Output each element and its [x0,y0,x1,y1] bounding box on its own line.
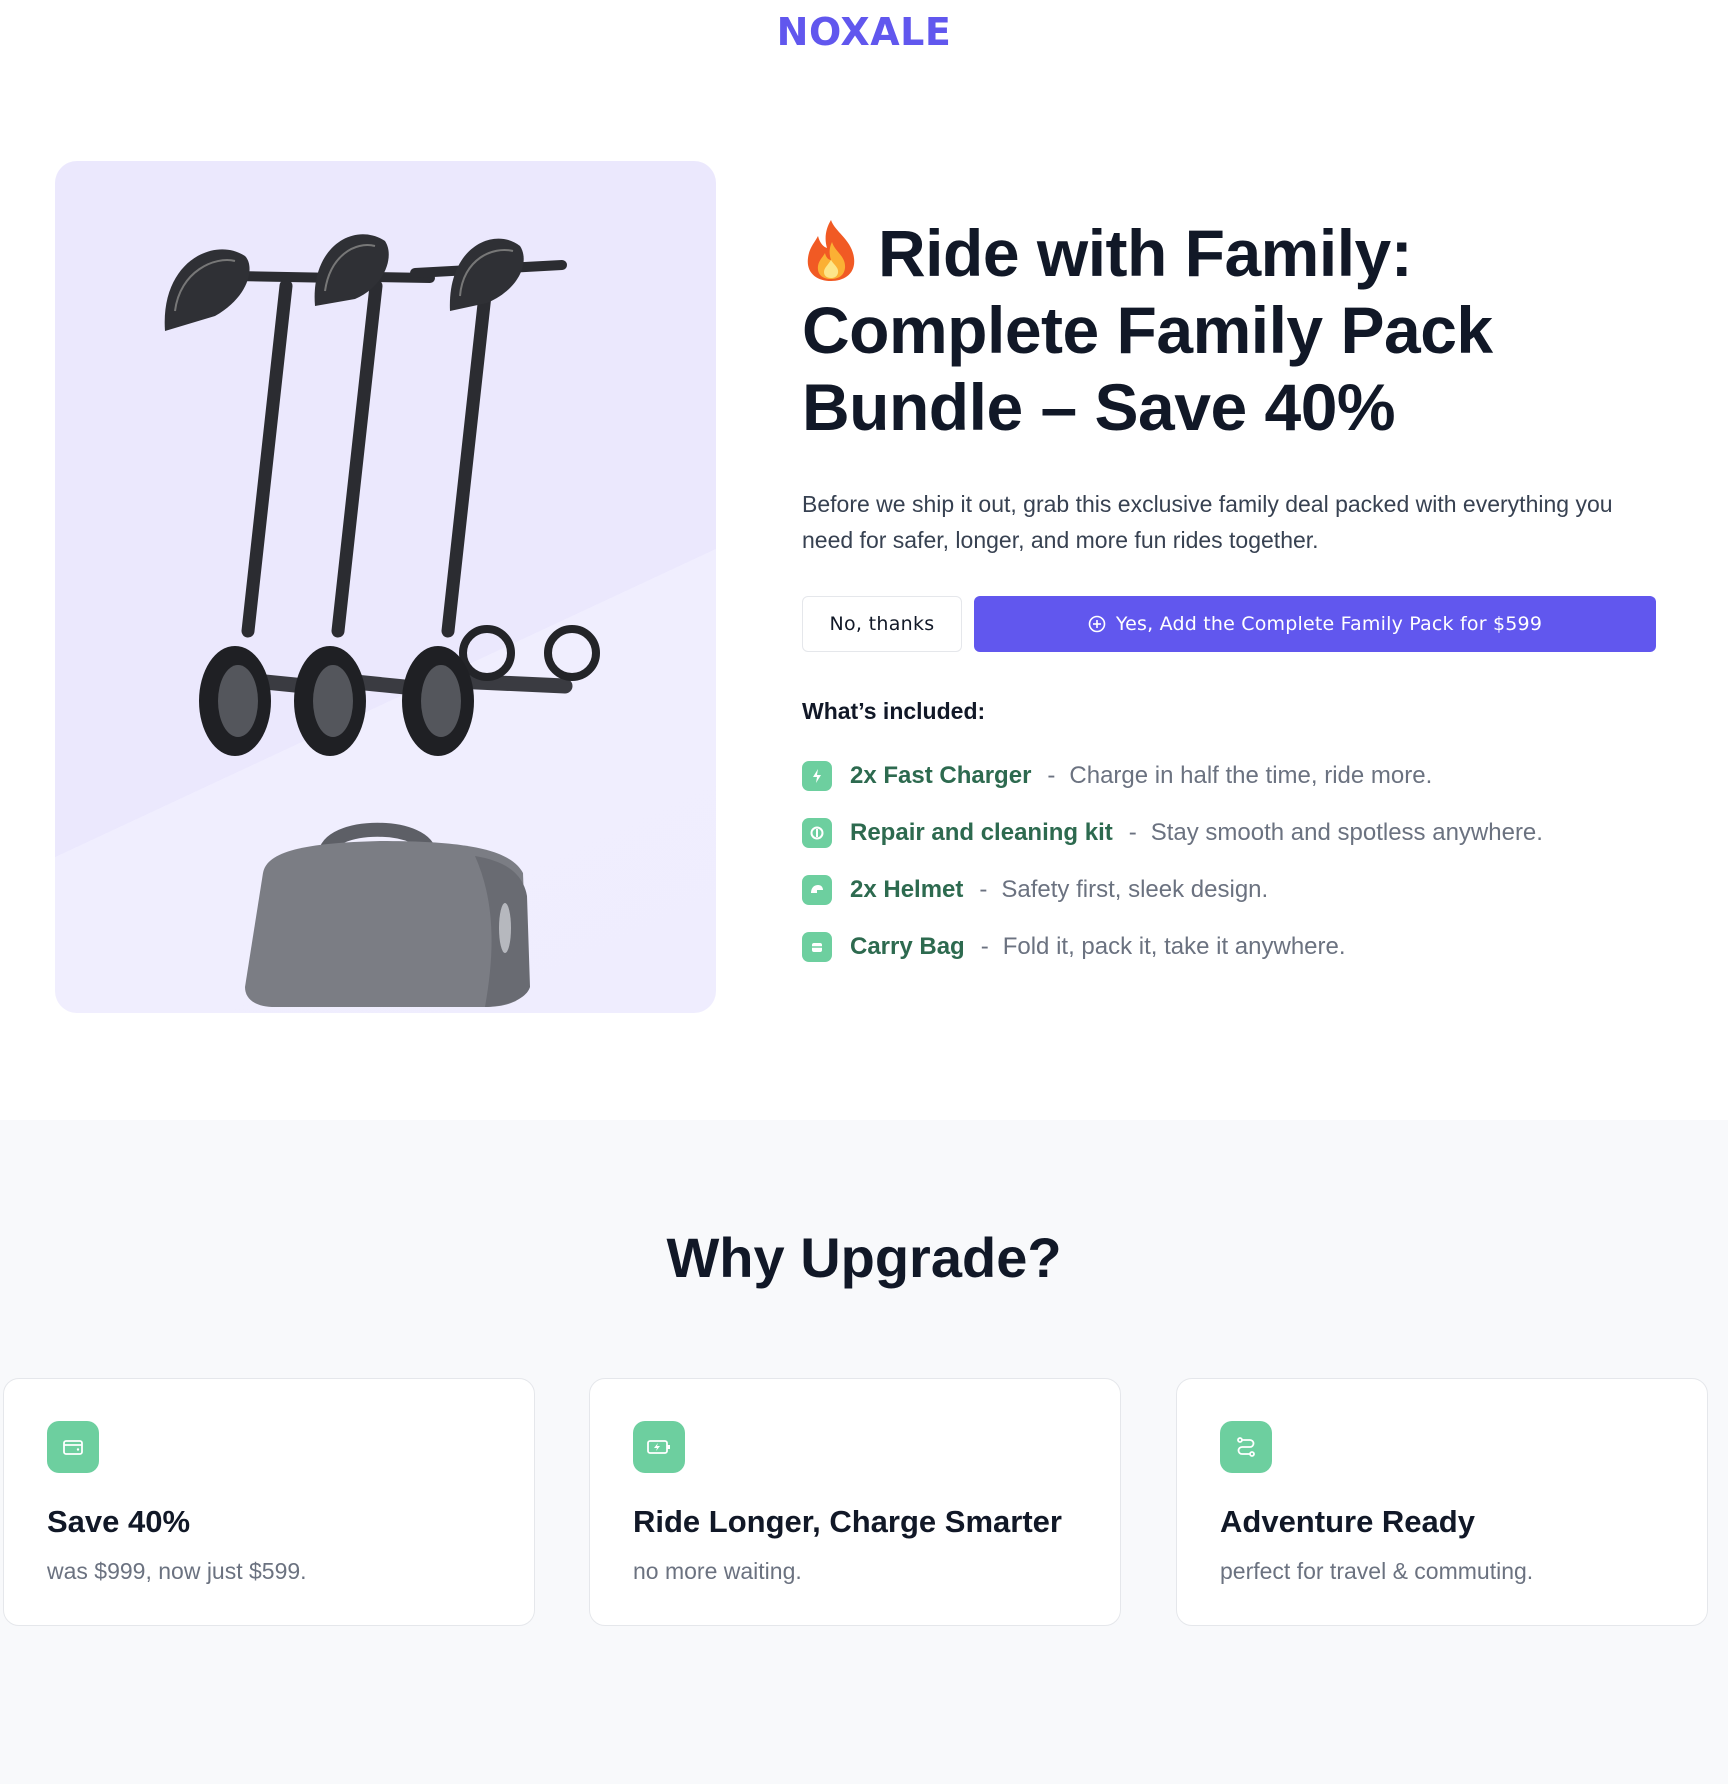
benefit-card-adventure: Adventure Ready perfect for travel & com… [1176,1378,1708,1626]
offer-actions: No, thanks Yes, Add the Complete Family … [802,596,1662,652]
offer-section: Ride with Family: Complete Family Pack B… [0,90,1728,1120]
included-heading: What’s included: [802,698,986,724]
included-list: 2x Fast Charger - Charge in half the tim… [802,747,1662,975]
bag-icon [802,931,832,962]
site-header: NOXALE [0,0,1728,90]
included-item-name: Carry Bag [850,932,965,960]
included-item-desc: Stay smooth and spotless anywhere. [1150,818,1543,846]
bolt-icon [802,760,832,791]
offer-title-line3: Bundle – Save 40% [802,370,1396,444]
included-item-desc: Fold it, pack it, take it anywhere. [1002,932,1346,960]
benefit-card-save: Save 40% was $999, now just $599. [3,1378,535,1626]
benefit-title: Save 40% [47,1504,191,1539]
offer-title-line2: Complete Family Pack [802,293,1493,367]
included-item-name: 2x Fast Charger [850,761,1032,789]
offer-description: Before we ship it out, grab this exclusi… [802,491,1613,553]
accept-offer-button[interactable]: Yes, Add the Complete Family Pack for $5… [974,596,1656,652]
included-item-repair-kit: Repair and cleaning kit - Stay smooth an… [802,804,1662,861]
included-item-helmet: 2x Helmet - Safety first, sleek design. [802,861,1662,918]
offer-title: Ride with Family: Complete Family Pack B… [802,215,1662,446]
route-icon [1220,1421,1272,1473]
benefit-card-charge: Ride Longer, Charge Smarter no more wait… [589,1378,1121,1626]
why-upgrade-section: Why Upgrade? Save 40% was $999, now just… [0,1120,1728,1784]
carry-bag-illustration [245,822,530,1007]
included-item-carry-bag: Carry Bag - Fold it, pack it, take it an… [802,918,1662,975]
included-item-desc: Safety first, sleek design. [1001,875,1269,903]
benefit-text: perfect for travel & commuting. [1220,1558,1534,1584]
fire-icon [807,220,855,281]
offer-content: Ride with Family: Complete Family Pack B… [802,215,1662,975]
helmet-icon [802,874,832,905]
benefit-title: Adventure Ready [1220,1504,1475,1539]
wheel-illustration [199,646,474,756]
helmet-illustration [164,234,524,331]
benefit-title: Ride Longer, Charge Smarter [633,1504,1062,1539]
included-item-name: 2x Helmet [850,875,964,903]
included-item-desc: Charge in half the time, ride more. [1069,761,1433,789]
why-upgrade-heading: Why Upgrade? [666,1226,1062,1289]
wallet-icon [47,1421,99,1473]
brand-logo[interactable]: NOXALE [777,10,952,54]
included-item-fast-charger: 2x Fast Charger - Charge in half the tim… [802,747,1662,804]
offer-title-line1: Ride with Family: [878,216,1413,290]
decline-button[interactable]: No, thanks [802,596,962,652]
battery-charging-icon [633,1421,685,1473]
plus-circle-icon [1088,615,1106,633]
wrench-icon [802,817,832,848]
product-image [55,161,716,1013]
included-item-name: Repair and cleaning kit [850,818,1113,846]
scooter-illustration [230,260,600,699]
benefit-text: was $999, now just $599. [47,1558,307,1584]
benefit-text: no more waiting. [633,1558,802,1584]
accept-offer-label: Yes, Add the Complete Family Pack for $5… [1115,613,1543,635]
scooter-bundle-illustration [164,234,600,1007]
